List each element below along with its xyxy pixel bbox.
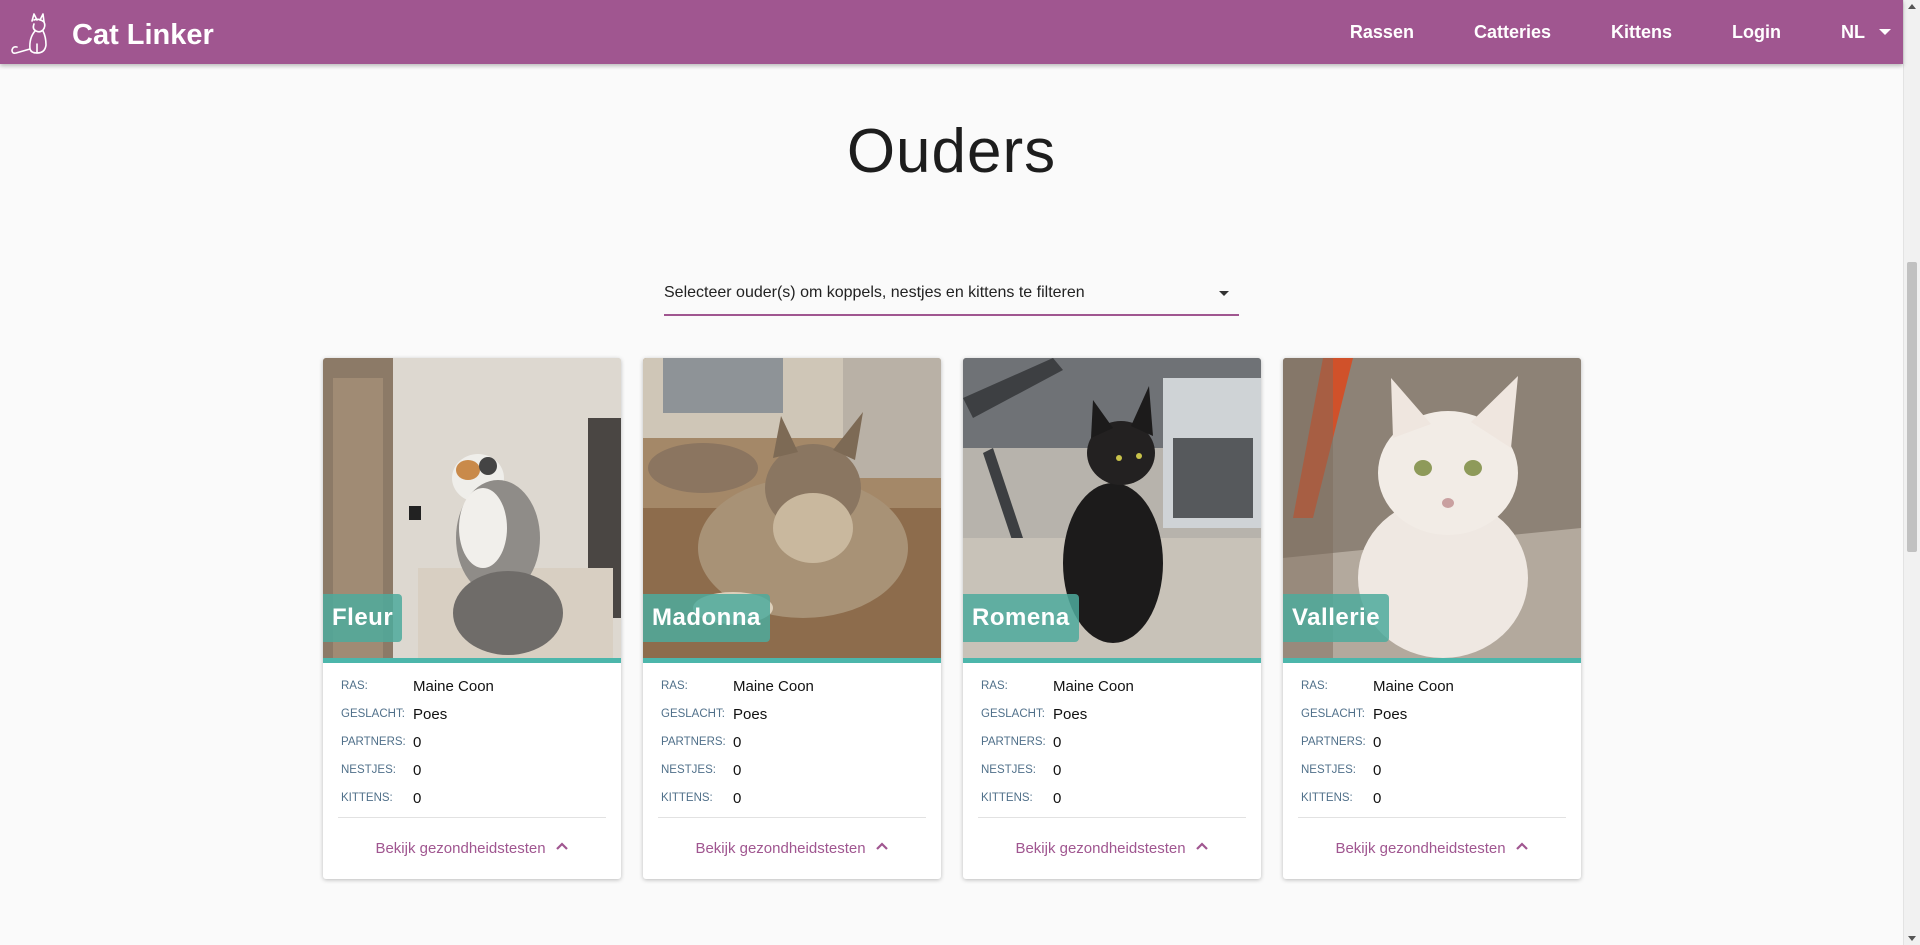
card-accent-line	[963, 658, 1261, 663]
partners-label: PARTNERS:	[981, 736, 1046, 748]
health-tests-button[interactable]: Bekijk gezondheidstesten	[963, 830, 1261, 866]
card-divider	[1298, 817, 1566, 818]
kittens-value: 0	[733, 789, 742, 807]
main-nav: Rassen Catteries Kittens Login NL	[1290, 0, 1891, 64]
ras-value: Maine Coon	[413, 677, 494, 695]
card-accent-line	[643, 658, 941, 663]
health-tests-button[interactable]: Bekijk gezondheidstesten	[323, 830, 621, 866]
kittens-label: KITTENS:	[981, 792, 1033, 804]
partners-label: PARTNERS:	[341, 736, 406, 748]
nav-rassen[interactable]: Rassen	[1350, 22, 1414, 43]
card-divider	[978, 817, 1246, 818]
nav-catteries[interactable]: Catteries	[1474, 22, 1551, 43]
nestjes-label: NESTJES:	[341, 764, 396, 776]
cat-name-badge: Fleur	[323, 594, 403, 642]
kittens-value: 0	[1373, 789, 1382, 807]
nestjes-label: NESTJES:	[981, 764, 1036, 776]
cat-card[interactable]: Romena RAS: Maine Coon GESLACHT: Poes PART…	[963, 358, 1261, 879]
cat-card[interactable]: Fleur RAS: Maine Coon GESLACHT: Poes PARTN…	[323, 358, 621, 879]
health-tests-label: Bekijk gezondheidstesten	[1015, 839, 1186, 857]
partners-value: 0	[413, 733, 422, 751]
cat-card[interactable]: Madonna RAS: Maine Coon GESLACHT: Poes PAR…	[643, 358, 941, 879]
ras-value: Maine Coon	[733, 677, 814, 695]
card-divider	[658, 817, 926, 818]
card-accent-line	[323, 658, 621, 663]
cat-details: RAS: Maine Coon GESLACHT: Poes PARTNERS: 0 …	[661, 672, 923, 812]
cat-name-badge: Vallerie	[1283, 594, 1390, 642]
card-divider	[338, 817, 606, 818]
nav-login[interactable]: Login	[1732, 22, 1781, 43]
health-tests-label: Bekijk gezondheidstesten	[375, 839, 546, 857]
language-dropdown[interactable]: NL	[1841, 22, 1891, 43]
language-label: NL	[1841, 21, 1865, 42]
nav-kittens[interactable]: Kittens	[1611, 22, 1672, 43]
cat-logo-icon	[10, 11, 54, 60]
kittens-value: 0	[1053, 789, 1062, 807]
chevron-up-icon	[546, 839, 569, 857]
ras-value: Maine Coon	[1373, 677, 1454, 695]
dropdown-caret-icon	[1219, 291, 1229, 296]
page-scrollbar[interactable]	[1903, 0, 1920, 945]
brand-title: Cat Linker	[72, 19, 214, 51]
partners-value: 0	[1053, 733, 1062, 751]
caret-down-icon	[1879, 29, 1891, 35]
cat-details: RAS: Maine Coon GESLACHT: Poes PARTNERS: 0 …	[341, 672, 603, 812]
nestjes-value: 0	[1053, 761, 1062, 779]
health-tests-button[interactable]: Bekijk gezondheidstesten	[643, 830, 941, 866]
scroll-down-arrow-icon[interactable]	[1908, 936, 1916, 941]
chevron-up-icon	[1186, 839, 1209, 857]
geslacht-label: GESLACHT:	[341, 708, 405, 720]
nestjes-value: 0	[733, 761, 742, 779]
ras-label: RAS:	[341, 680, 368, 692]
kittens-label: KITTENS:	[661, 792, 713, 804]
ras-label: RAS:	[1301, 680, 1328, 692]
ras-value: Maine Coon	[1053, 677, 1134, 695]
geslacht-label: GESLACHT:	[981, 708, 1045, 720]
cat-details: RAS: Maine Coon GESLACHT: Poes PARTNERS: 0 …	[981, 672, 1243, 812]
nestjes-label: NESTJES:	[1301, 764, 1356, 776]
geslacht-label: GESLACHT:	[661, 708, 725, 720]
brand-home-link[interactable]: Cat Linker	[10, 11, 214, 60]
top-navbar: Cat Linker Rassen Catteries Kittens Logi…	[0, 0, 1903, 64]
card-accent-line	[1283, 658, 1581, 663]
geslacht-value: Poes	[733, 705, 768, 723]
health-tests-button[interactable]: Bekijk gezondheidstesten	[1283, 830, 1581, 866]
parent-filter-select[interactable]: Selecteer ouder(s) om koppels, nestjes e…	[664, 274, 1239, 316]
geslacht-value: Poes	[413, 705, 448, 723]
partners-value: 0	[1373, 733, 1382, 751]
kittens-label: KITTENS:	[1301, 792, 1353, 804]
kittens-value: 0	[413, 789, 422, 807]
geslacht-label: GESLACHT:	[1301, 708, 1365, 720]
chevron-up-icon	[866, 839, 889, 857]
cat-name-badge: Romena	[963, 594, 1079, 642]
health-tests-label: Bekijk gezondheidstesten	[695, 839, 866, 857]
page-title: Ouders	[846, 117, 1057, 186]
chevron-up-icon	[1506, 839, 1529, 857]
cat-details: RAS: Maine Coon GESLACHT: Poes PARTNERS: 0 …	[1301, 672, 1563, 812]
nestjes-label: NESTJES:	[661, 764, 716, 776]
ras-label: RAS:	[981, 680, 1008, 692]
health-tests-label: Bekijk gezondheidstesten	[1335, 839, 1506, 857]
scrollbar-thumb[interactable]	[1907, 262, 1917, 552]
cat-card[interactable]: Vallerie RAS: Maine Coon GESLACHT: Poes PA…	[1283, 358, 1581, 879]
geslacht-value: Poes	[1053, 705, 1088, 723]
geslacht-value: Poes	[1373, 705, 1408, 723]
cat-name-badge: Madonna	[643, 594, 770, 642]
ras-label: RAS:	[661, 680, 688, 692]
partners-label: PARTNERS:	[661, 736, 726, 748]
scroll-up-arrow-icon[interactable]	[1908, 4, 1916, 9]
partners-value: 0	[733, 733, 742, 751]
kittens-label: KITTENS:	[341, 792, 393, 804]
partners-label: PARTNERS:	[1301, 736, 1366, 748]
filter-placeholder: Selecteer ouder(s) om koppels, nestjes e…	[664, 284, 1085, 301]
nestjes-value: 0	[1373, 761, 1382, 779]
nestjes-value: 0	[413, 761, 422, 779]
